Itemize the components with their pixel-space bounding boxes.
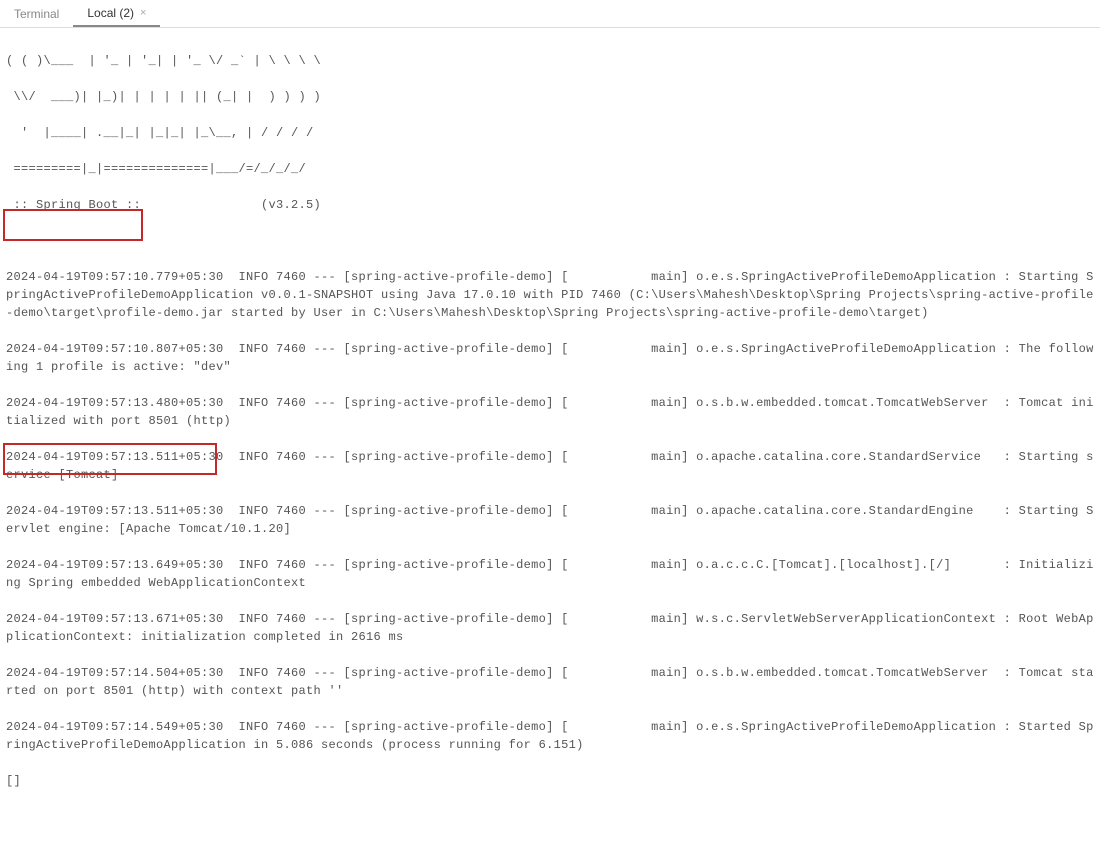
banner-line: =========|_|==============|___/=/_/_/_/ xyxy=(6,160,1094,178)
tab-terminal-label: Terminal xyxy=(14,7,59,21)
banner-line: \\/ ___)| |_)| | | | | || (_| | ) ) ) ) xyxy=(6,88,1094,106)
tab-terminal[interactable]: Terminal xyxy=(0,0,73,27)
terminal-output[interactable]: ( ( )\___ | '_ | '_| | '_ \/ _` | \ \ \ … xyxy=(0,28,1100,868)
banner-line: ( ( )\___ | '_ | '_| | '_ \/ _` | \ \ \ … xyxy=(6,52,1094,70)
banner-line: :: Spring Boot :: (v3.2.5) xyxy=(6,196,1094,214)
cursor-line: [] xyxy=(6,772,1094,790)
tabs-bar: Terminal Local (2) × xyxy=(0,0,1100,28)
log-line: 2024-04-19T09:57:13.511+05:30 INFO 7460 … xyxy=(6,448,1094,484)
log-line: 2024-04-19T09:57:13.511+05:30 INFO 7460 … xyxy=(6,502,1094,538)
close-icon[interactable]: × xyxy=(140,7,146,19)
log-line: 2024-04-19T09:57:13.480+05:30 INFO 7460 … xyxy=(6,394,1094,430)
log-line: 2024-04-19T09:57:14.549+05:30 INFO 7460 … xyxy=(6,718,1094,754)
tab-local-label: Local (2) xyxy=(87,6,134,20)
log-line: 2024-04-19T09:57:10.779+05:30 INFO 7460 … xyxy=(6,268,1094,322)
log-line: 2024-04-19T09:57:13.671+05:30 INFO 7460 … xyxy=(6,610,1094,646)
tab-local[interactable]: Local (2) × xyxy=(73,0,160,27)
log-line: 2024-04-19T09:57:13.649+05:30 INFO 7460 … xyxy=(6,556,1094,592)
banner-line: ' |____| .__|_| |_|_| |_\__, | / / / / xyxy=(6,124,1094,142)
log-line: 2024-04-19T09:57:10.807+05:30 INFO 7460 … xyxy=(6,340,1094,376)
log-line: 2024-04-19T09:57:14.504+05:30 INFO 7460 … xyxy=(6,664,1094,700)
